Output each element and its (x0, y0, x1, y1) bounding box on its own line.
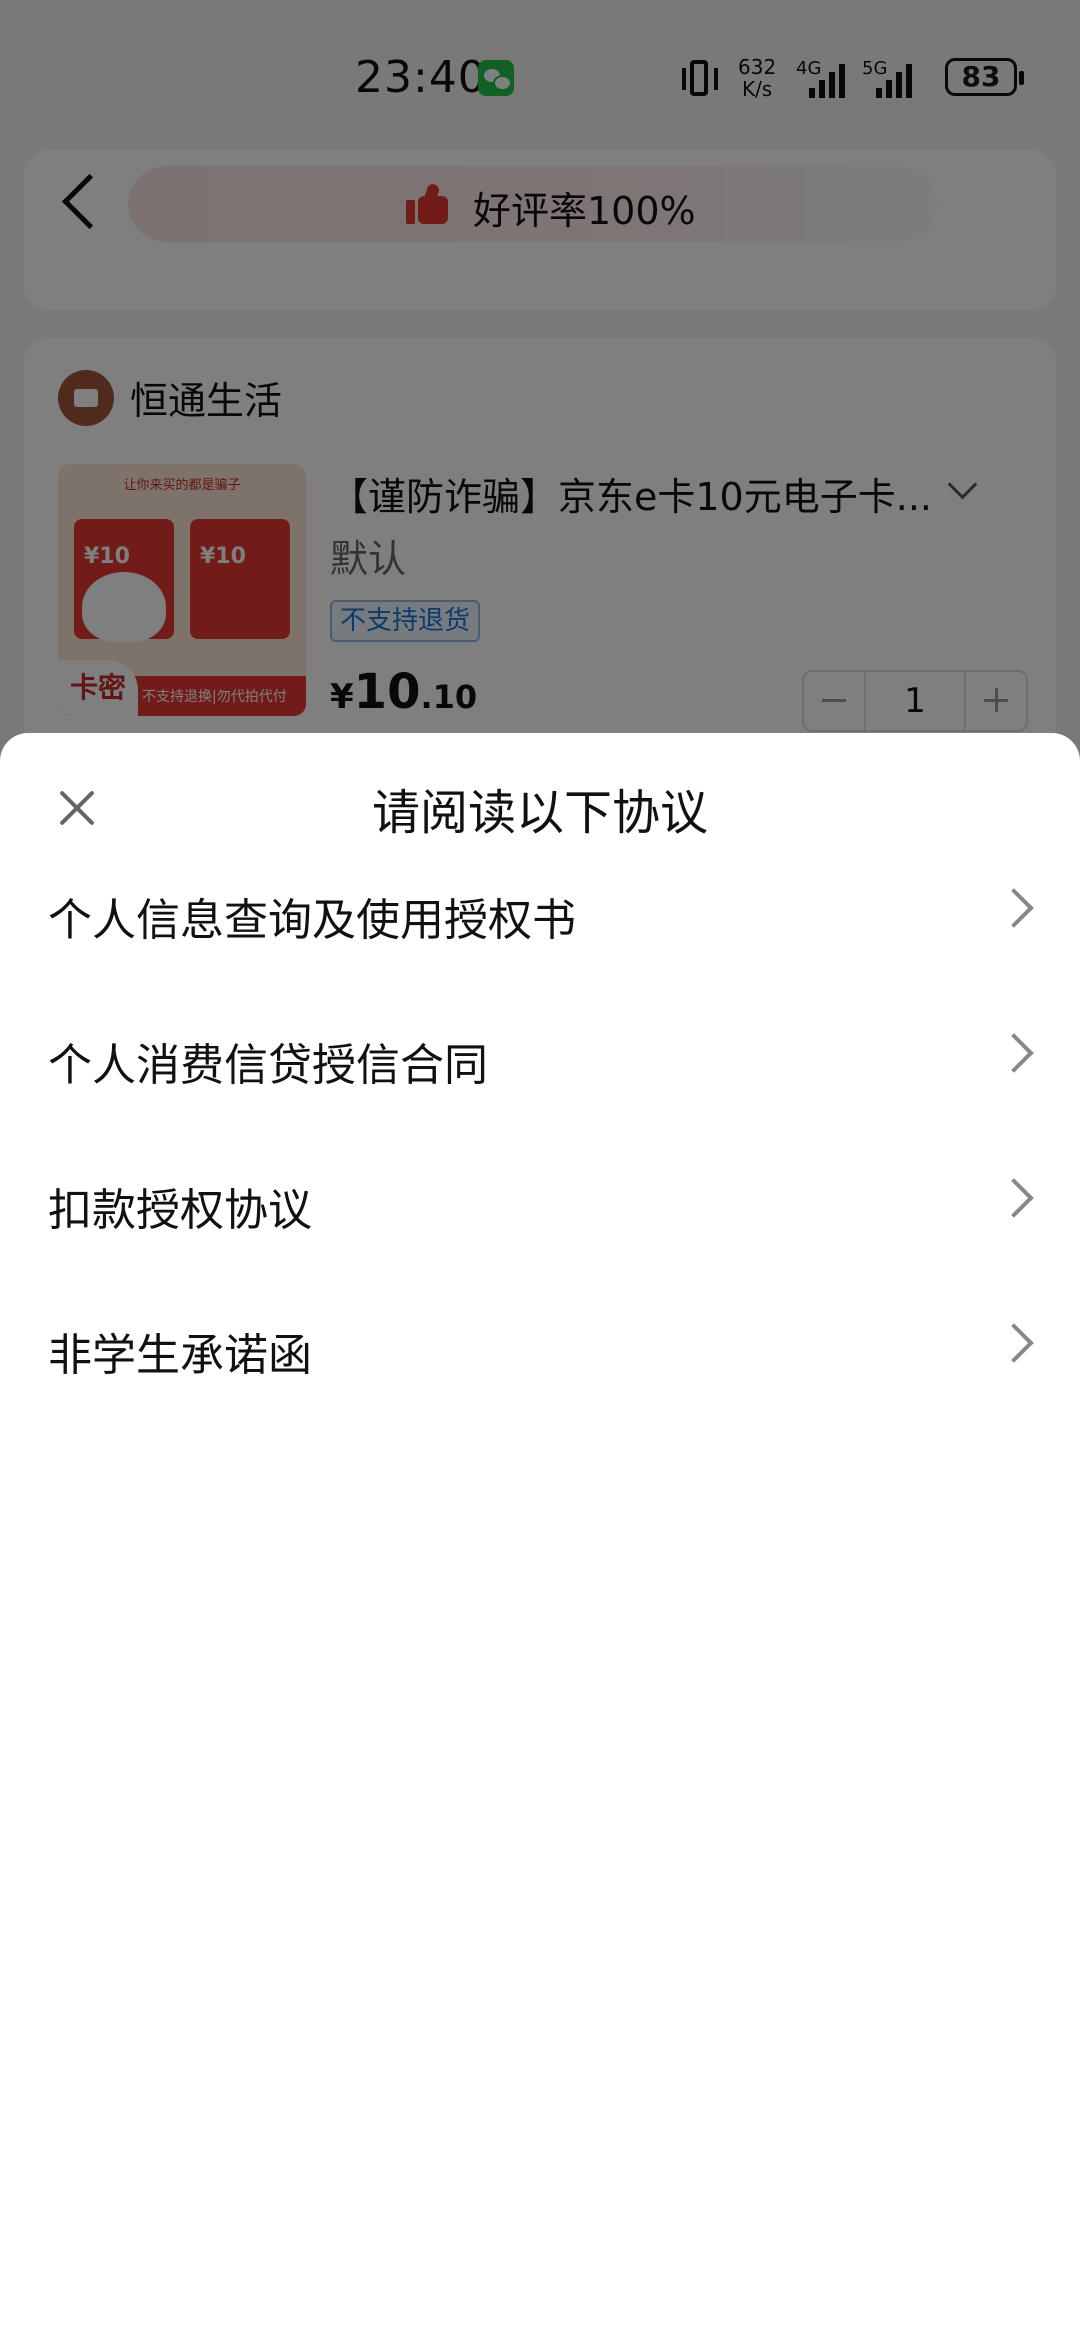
agreement-item-label: 个人信息查询及使用授权书 (48, 895, 576, 946)
chevron-right-icon (994, 1178, 1034, 1218)
chevron-right-icon (994, 1323, 1034, 1363)
agreement-item-label: 个人消费信贷授信合同 (48, 1040, 488, 1091)
agreement-item-label: 扣款授权协议 (48, 1185, 312, 1236)
agreement-item-personal-info-authorization[interactable]: 个人信息查询及使用授权书 (0, 838, 1080, 982)
agreement-item-debit-authorization[interactable]: 扣款授权协议 (0, 1128, 1080, 1272)
agreement-item-non-student-pledge[interactable]: 非学生承诺函 (0, 1273, 1080, 1417)
sheet-title: 请阅读以下协议 (371, 785, 708, 841)
chevron-right-icon (994, 888, 1034, 928)
agreement-sheet: 请阅读以下协议 个人信息查询及使用授权书 个人消费信贷授信合同 扣款授权协议 非… (0, 733, 1080, 2340)
chevron-right-icon (994, 1033, 1034, 1073)
agreement-item-label: 非学生承诺函 (48, 1330, 312, 1381)
agreement-item-consumer-credit-contract[interactable]: 个人消费信贷授信合同 (0, 983, 1080, 1127)
